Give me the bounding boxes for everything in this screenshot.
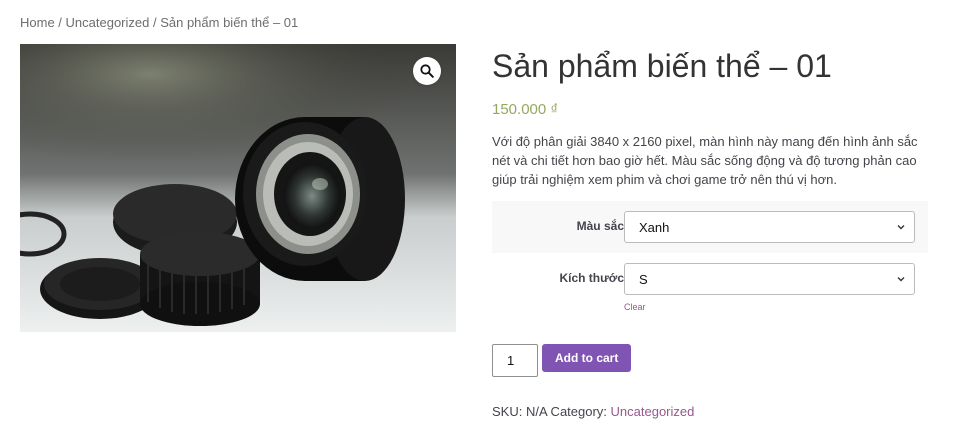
quantity-input[interactable] [492,344,538,377]
variations-table: Màu sắc Xanh Kích thước S Clear [492,201,928,322]
product-price: 150.000 ₫ [492,101,559,118]
product-gallery[interactable] [20,44,456,332]
breadcrumb-separator: / [54,15,66,30]
size-label: Kích thước [559,271,624,285]
category-link[interactable]: Uncategorized [611,404,695,419]
category-label: Category: [546,404,611,419]
zoom-button[interactable] [413,57,441,85]
product-title: Sản phẩm biến thể – 01 [492,48,832,84]
variation-row-color: Màu sắc Xanh [492,201,928,253]
clear-variations-link[interactable]: Clear [624,302,915,312]
color-label: Màu sắc [576,219,624,233]
product-image[interactable] [20,44,456,332]
magnifier-icon [420,64,434,78]
chevron-down-icon [897,225,905,230]
color-select-value: Xanh [639,219,670,235]
breadcrumb-home-link[interactable]: Home [20,15,55,30]
size-select-value: S [639,271,648,287]
product-description: Với độ phân giải 3840 x 2160 pixel, màn … [492,134,918,187]
breadcrumb-category-link[interactable]: Uncategorized [66,15,150,30]
size-select[interactable]: S [624,263,915,295]
add-to-cart-form: Add to cart [492,344,632,377]
sku-label: SKU: [492,404,526,419]
breadcrumb-separator: / [149,15,161,30]
breadcrumb: Home / Uncategorized / Sản phẩm biến thể… [20,15,298,30]
chevron-down-icon [897,277,905,282]
product-summary: Sản phẩm biến thể – 01 150.000 ₫ Với độ … [492,44,928,322]
sku-value: N/A [525,404,547,419]
color-select[interactable]: Xanh [624,211,915,243]
product-meta: SKU: N/A Category: Uncategorized [492,404,694,419]
add-to-cart-button[interactable]: Add to cart [542,344,632,372]
breadcrumb-current: Sản phẩm biến thể – 01 [160,15,299,30]
variation-row-size: Kích thước S Clear [492,253,928,322]
